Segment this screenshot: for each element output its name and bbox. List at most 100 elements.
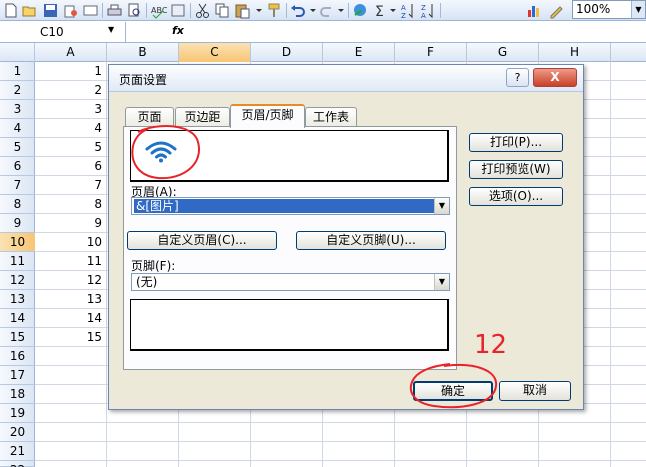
cell-value[interactable]: 2	[35, 81, 105, 100]
print-icon[interactable]	[106, 2, 123, 19]
cell-value[interactable]: 3	[35, 100, 105, 119]
cell-value[interactable]: 6	[35, 157, 105, 176]
row-header[interactable]: 12	[0, 271, 35, 290]
cell-value[interactable]: 14	[35, 309, 105, 328]
row-header[interactable]: 9	[0, 214, 35, 233]
print-preview-button[interactable]: 打印预览(W)	[469, 160, 563, 179]
cell-value[interactable]: 7	[35, 176, 105, 195]
paste-icon[interactable]	[234, 2, 251, 19]
tab-page[interactable]: 页面	[125, 107, 174, 127]
hyperlink-icon[interactable]	[352, 2, 369, 19]
dialog-titlebar[interactable]: 页面设置 ? X	[109, 65, 583, 92]
chevron-down-icon[interactable]: ▼	[108, 25, 114, 34]
row-header[interactable]: 13	[0, 290, 35, 309]
row-header[interactable]: 4	[0, 119, 35, 138]
tab-sheet[interactable]: 工作表	[305, 107, 357, 127]
autosum-icon[interactable]: Σ	[372, 2, 389, 19]
cell-value[interactable]: 9	[35, 214, 105, 233]
row-header[interactable]: 22	[0, 461, 35, 467]
sort-descending-icon[interactable]: ZA	[420, 2, 437, 19]
row-header[interactable]: 16	[0, 347, 35, 366]
cell-value[interactable]: 12	[35, 271, 105, 290]
cell-value[interactable]: 10	[35, 233, 105, 252]
redo-icon[interactable]	[318, 2, 335, 19]
column-header[interactable]: E	[323, 43, 395, 62]
undo-dropdown-icon[interactable]	[308, 2, 318, 19]
new-document-icon[interactable]	[2, 2, 19, 19]
chevron-down-icon[interactable]: ▼	[434, 274, 449, 290]
row-header-selected[interactable]: 10	[0, 233, 35, 252]
copy-icon[interactable]	[214, 2, 231, 19]
row-header[interactable]: 1	[0, 62, 35, 81]
cut-icon[interactable]	[194, 2, 211, 19]
page-setup-dialog: 页面设置 ? X 页面 页边距 页眉/页脚 工作表 页眉(A): &[图片] ▼…	[108, 64, 584, 410]
print-preview-icon[interactable]	[126, 2, 143, 19]
autosum-dropdown-icon[interactable]	[388, 2, 398, 19]
cancel-button[interactable]: 取消	[499, 381, 571, 401]
name-box[interactable]: C10 ▼	[0, 22, 126, 42]
row-header[interactable]: 2	[0, 81, 35, 100]
paste-dropdown-icon[interactable]	[254, 2, 264, 19]
help-button[interactable]: ?	[506, 68, 529, 87]
chevron-down-icon[interactable]: ▼	[434, 198, 449, 214]
insert-function-icon[interactable]: fx	[172, 24, 184, 37]
permission-icon[interactable]	[62, 2, 79, 19]
column-header[interactable]: B	[107, 43, 179, 62]
column-header[interactable]: G	[467, 43, 539, 62]
open-folder-icon[interactable]	[22, 2, 39, 19]
column-header[interactable]: H	[539, 43, 611, 62]
close-button[interactable]: X	[533, 68, 577, 87]
save-icon[interactable]	[42, 2, 59, 19]
custom-header-button[interactable]: 自定义页眉(C)...	[127, 231, 277, 250]
chart-wizard-icon[interactable]	[526, 2, 543, 19]
row-header[interactable]: 19	[0, 404, 35, 423]
cell-value[interactable]: 8	[35, 195, 105, 214]
zoom-combo[interactable]: 100% ▼	[572, 0, 646, 19]
format-painter-icon[interactable]	[266, 2, 283, 19]
cell-value[interactable]: 4	[35, 119, 105, 138]
footer-select[interactable]: (无) ▼	[131, 273, 450, 291]
row-header[interactable]: 3	[0, 100, 35, 119]
chevron-down-icon[interactable]: ▼	[631, 1, 645, 18]
row-header[interactable]: 15	[0, 328, 35, 347]
column-header[interactable]: A	[35, 43, 107, 62]
tab-margins[interactable]: 页边距	[175, 107, 230, 127]
column-header[interactable]: D	[251, 43, 323, 62]
ok-button[interactable]: 确定	[413, 381, 493, 401]
drawing-icon[interactable]	[548, 2, 565, 19]
row-header[interactable]: 7	[0, 176, 35, 195]
cell-value[interactable]: 11	[35, 252, 105, 271]
row-header[interactable]: 20	[0, 423, 35, 442]
row-header[interactable]: 21	[0, 442, 35, 461]
row-header[interactable]: 11	[0, 252, 35, 271]
undo-icon[interactable]	[290, 2, 307, 19]
custom-footer-button[interactable]: 自定义页脚(U)...	[296, 231, 446, 250]
svg-text:A: A	[401, 4, 406, 12]
row-header[interactable]: 5	[0, 138, 35, 157]
cell-value[interactable]: 15	[35, 328, 105, 347]
row-header[interactable]: 8	[0, 195, 35, 214]
toolbar-separator	[190, 3, 191, 18]
select-all-corner[interactable]	[0, 43, 35, 62]
row-header[interactable]: 6	[0, 157, 35, 176]
redo-dropdown-icon[interactable]	[336, 2, 346, 19]
email-icon[interactable]	[82, 2, 99, 19]
sort-ascending-icon[interactable]: AZ	[400, 2, 417, 19]
spelling-icon[interactable]: ABC	[150, 2, 167, 19]
column-header-selected[interactable]: C	[179, 43, 251, 62]
cell-value[interactable]: 13	[35, 290, 105, 309]
research-icon[interactable]	[170, 2, 187, 19]
tab-header-footer[interactable]: 页眉/页脚	[230, 104, 305, 128]
cell-value[interactable]: 5	[35, 138, 105, 157]
toolbar-separator	[348, 3, 349, 18]
column-header[interactable]: F	[395, 43, 467, 62]
header-select[interactable]: &[图片] ▼	[131, 197, 450, 215]
row-header[interactable]: 18	[0, 385, 35, 404]
cell-value[interactable]: 1	[35, 62, 105, 81]
column-headers: A B C D E F G H	[0, 43, 646, 62]
print-button[interactable]: 打印(P)...	[469, 133, 563, 152]
row-header[interactable]: 14	[0, 309, 35, 328]
row-header[interactable]: 17	[0, 366, 35, 385]
options-button[interactable]: 选项(O)...	[469, 187, 563, 206]
column-header-partial[interactable]	[611, 43, 646, 62]
